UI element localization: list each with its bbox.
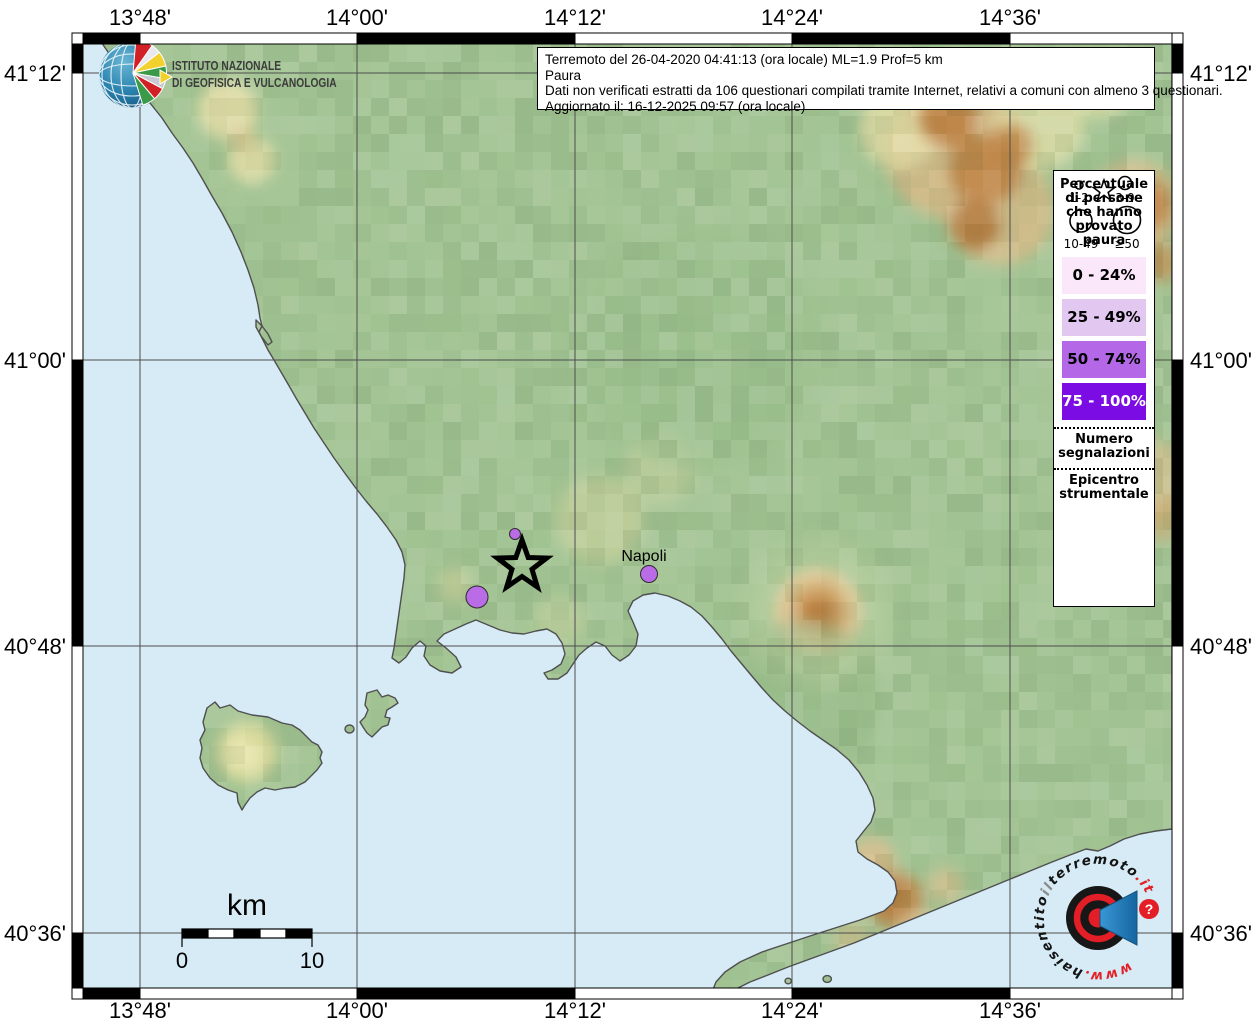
legend-fear-swatch: 75 - 100%: [1062, 383, 1146, 420]
legend-count-title: Numerosegnalazioni: [1054, 433, 1154, 461]
svg-text:14°12': 14°12': [544, 5, 606, 30]
svg-text:10-49: 10-49: [1064, 237, 1099, 251]
legend-epicenter-symbol: [1054, 171, 1153, 211]
question-mark: ?: [1145, 901, 1154, 917]
svg-text:41°00': 41°00': [4, 348, 66, 373]
svg-text:40°48': 40°48': [1190, 634, 1252, 659]
city-label-napoli: Napoli: [621, 548, 666, 565]
event-info-line: Aggiornato il: 16-12-2025 09:57 (ora loc…: [545, 99, 1147, 115]
svg-text:14°24': 14°24': [761, 998, 823, 1023]
legend-divider2: [1054, 468, 1154, 470]
svg-text:13°48': 13°48': [109, 998, 171, 1023]
haisentito-map-page: Napoli km 0 10 ISTITUTO N: [0, 0, 1255, 1024]
svg-text:41°00': 41°00': [1190, 348, 1252, 373]
scale-end-label: 10: [300, 948, 324, 973]
legend-divider: [1054, 427, 1154, 429]
svg-text:40°36': 40°36': [1190, 921, 1252, 946]
svg-text:40°36': 40°36': [4, 921, 66, 946]
svg-text:14°12': 14°12': [544, 998, 606, 1023]
epicenter-star-icon: [1094, 180, 1115, 200]
svg-text:14°36': 14°36': [979, 998, 1041, 1023]
legend: Percentualedi personeche hannoprovatopau…: [1053, 170, 1155, 607]
svg-text:14°00': 14°00': [326, 998, 388, 1023]
felt-report-circle: [466, 586, 488, 608]
legend-fear-swatch: 50 - 74%: [1062, 341, 1146, 378]
svg-text:13°48': 13°48': [109, 5, 171, 30]
scale-start-label: 0: [176, 948, 188, 973]
legend-fear-swatch: 0 - 24%: [1062, 257, 1146, 294]
legend-epicenter-title: Epicentrostrumentale: [1054, 474, 1154, 502]
svg-text:14°36': 14°36': [979, 5, 1041, 30]
svg-text:14°24': 14°24': [761, 5, 823, 30]
svg-text:14°00': 14°00': [326, 5, 388, 30]
felt-report-circle: [510, 529, 521, 540]
event-info-box: Terremoto del 26-04-2020 04:41:13 (ora l…: [537, 47, 1155, 110]
event-info-line: Dati non verificati estratti da 106 ques…: [545, 83, 1147, 99]
ingv-name-line2: DI GEOFISICA E VULCANOLOGIA: [172, 77, 337, 90]
ingv-name-line1: ISTITUTO NAZIONALE: [172, 60, 281, 73]
event-info-line: Terremoto del 26-04-2020 04:41:13 (ora l…: [545, 52, 1147, 68]
event-info-line: Paura: [545, 68, 1147, 84]
svg-text:41°12': 41°12': [4, 61, 66, 86]
legend-fear-swatch: 25 - 49%: [1062, 299, 1146, 336]
svg-text:40°48': 40°48': [4, 634, 66, 659]
legend-fear-swatches: 0 - 24% 25 - 49% 50 - 74% 75 - 100%: [1054, 257, 1154, 420]
svg-text:≥50: ≥50: [1114, 237, 1139, 251]
felt-report-circle: [641, 566, 658, 583]
scale-unit-label: km: [227, 889, 267, 922]
